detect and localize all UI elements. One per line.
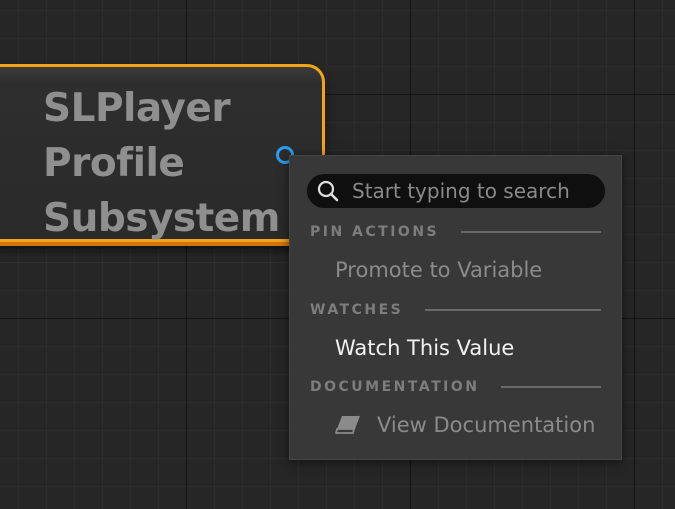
- section-header-watches: WATCHES: [310, 300, 601, 320]
- menu-item-watch-this-value[interactable]: Watch This Value: [335, 332, 514, 364]
- section-label: PIN ACTIONS: [310, 224, 440, 240]
- menu-item-promote-to-variable[interactable]: Promote to Variable: [335, 254, 542, 286]
- section-divider: [461, 231, 601, 233]
- section-label: WATCHES: [310, 302, 404, 318]
- section-divider: [501, 386, 601, 388]
- node-title-line: Subsystem: [43, 196, 280, 241]
- search-input[interactable]: [352, 174, 597, 208]
- section-divider: [425, 309, 601, 311]
- menu-item-label: Watch This Value: [335, 336, 515, 360]
- search-icon: [317, 180, 339, 202]
- menu-item-label: View Documentation: [377, 413, 596, 437]
- section-label: DOCUMENTATION: [310, 379, 480, 395]
- menu-item-label: Promote to Variable: [335, 258, 543, 282]
- book-icon: [335, 415, 360, 434]
- pin-context-menu: PIN ACTIONS Promote to Variable WATCHES …: [289, 155, 622, 460]
- search-box[interactable]: [307, 174, 605, 208]
- node-title-line: SLPlayer: [43, 86, 231, 131]
- section-header-documentation: DOCUMENTATION: [310, 377, 601, 397]
- node-title-line: Profile: [43, 141, 185, 186]
- node-title: SLPlayer Profile Subsystem: [43, 81, 280, 246]
- section-header-pin-actions: PIN ACTIONS: [310, 222, 601, 242]
- menu-item-view-documentation[interactable]: View Documentation: [335, 409, 595, 441]
